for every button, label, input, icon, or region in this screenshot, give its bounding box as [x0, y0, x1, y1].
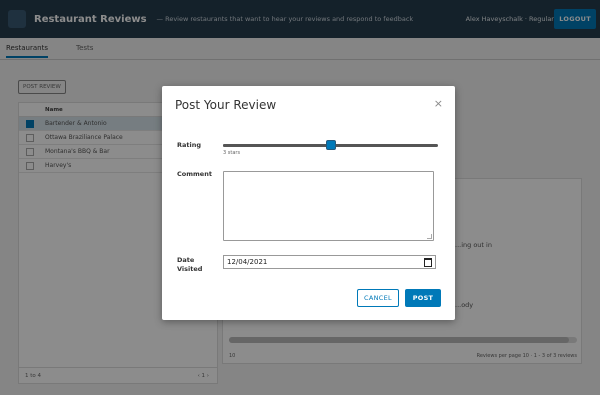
date-visited-input[interactable]: 12/04/2021 — [223, 255, 436, 269]
rating-slider-fill — [223, 144, 331, 147]
rating-slider[interactable] — [223, 140, 438, 150]
comment-textarea[interactable] — [223, 171, 434, 241]
date-label: Date Visited — [177, 256, 203, 273]
close-icon[interactable]: × — [434, 98, 443, 109]
rating-slider-thumb[interactable] — [325, 140, 336, 150]
post-button[interactable]: POST — [405, 289, 441, 307]
cancel-button[interactable]: CANCEL — [357, 289, 399, 307]
date-value: 12/04/2021 — [227, 258, 268, 266]
rating-helper: 3 stars — [223, 150, 241, 156]
modal-title: Post Your Review — [175, 98, 277, 112]
rating-label: Rating — [177, 141, 202, 149]
comment-label: Comment — [177, 170, 212, 178]
post-review-modal: Post Your Review × Rating 3 stars Commen… — [162, 86, 455, 320]
resize-handle[interactable] — [427, 234, 432, 239]
calendar-icon[interactable] — [424, 258, 432, 267]
